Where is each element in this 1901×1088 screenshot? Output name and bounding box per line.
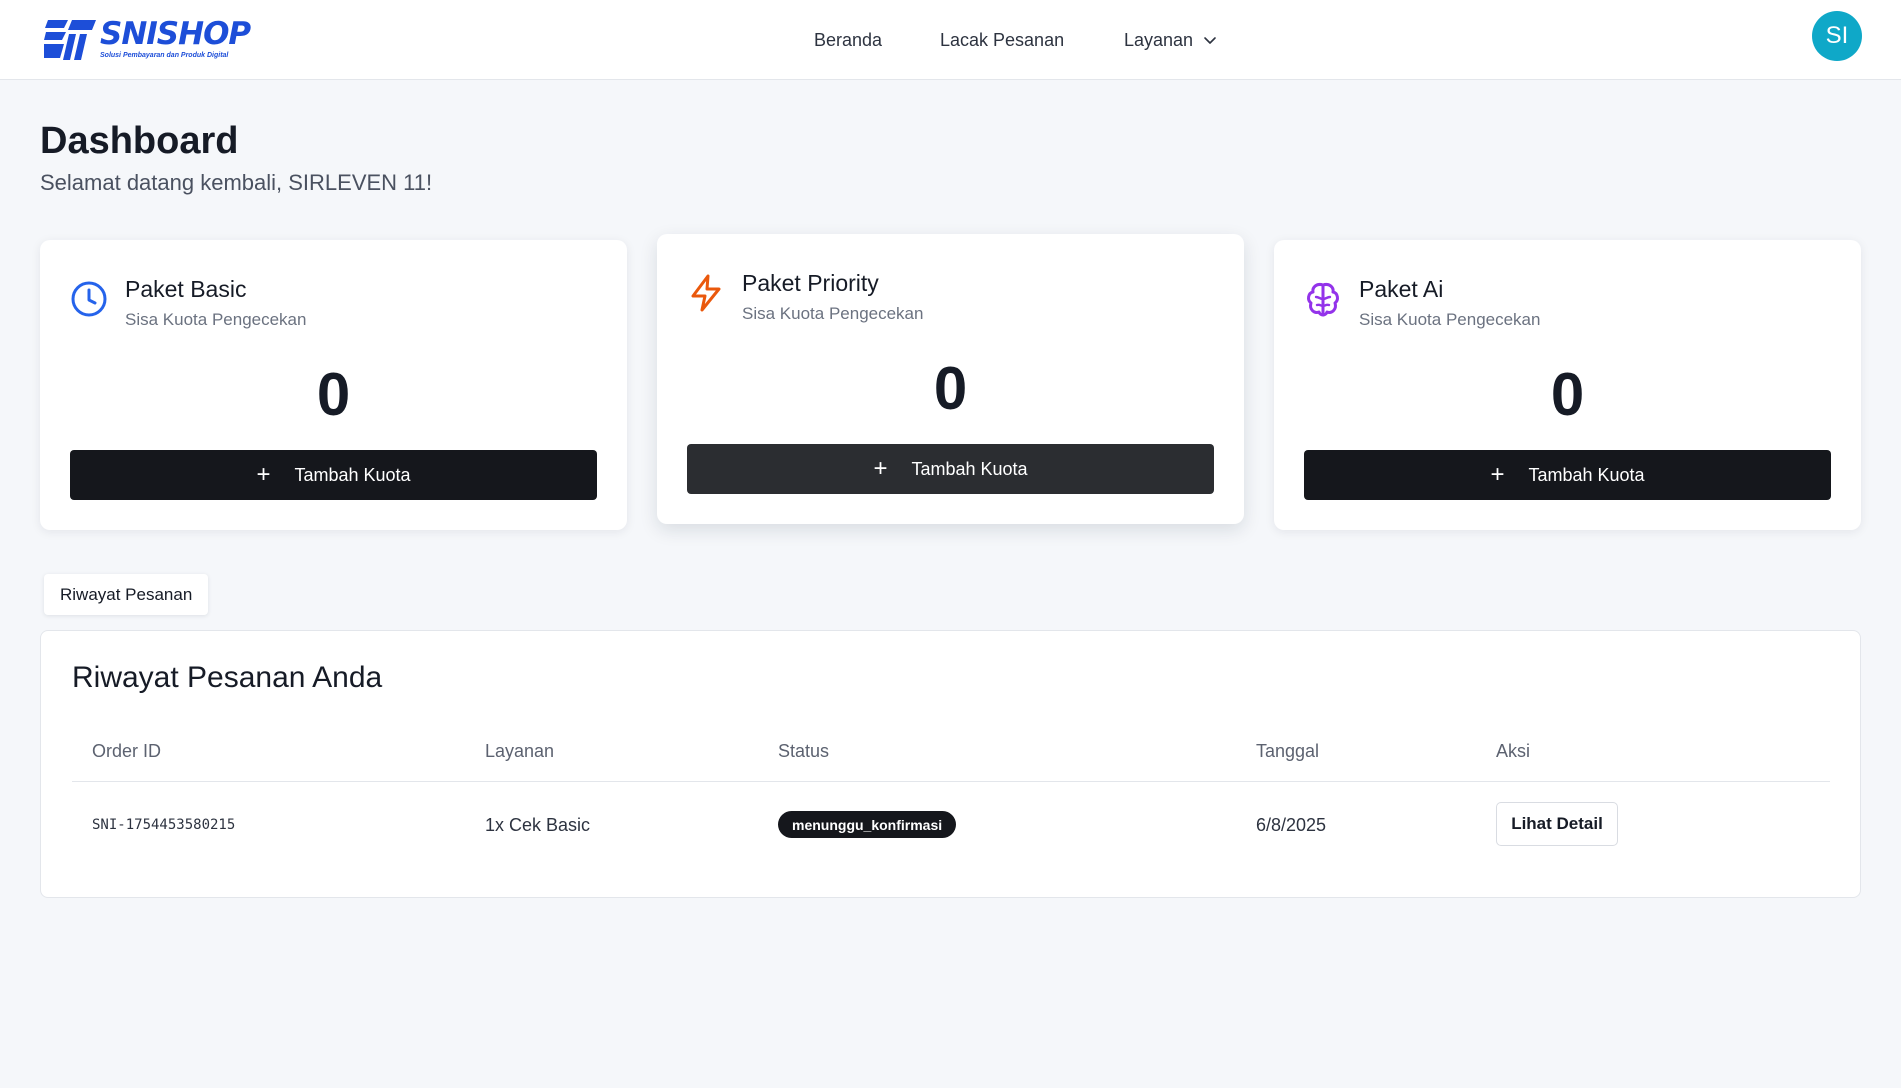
nav-dropdown-layanan[interactable]: Layanan — [1124, 30, 1217, 51]
add-quota-button[interactable]: + Tambah Kuota — [1304, 450, 1831, 500]
section-title: Riwayat Pesanan Anda — [72, 661, 383, 694]
card-title: Paket Basic — [125, 276, 247, 302]
order-id-cell: SNI-1754453580215 — [92, 817, 236, 833]
nav-link-label: Layanan — [1124, 30, 1194, 50]
tab-riwayat-pesanan[interactable]: Riwayat Pesanan — [44, 574, 209, 615]
quota-count: 0 — [316, 361, 351, 428]
status-badge: menunggu_konfirmasi — [778, 811, 957, 838]
status-label: menunggu_konfirmasi — [792, 816, 943, 833]
date-cell: 6/8/2025 — [1256, 815, 1327, 835]
nav-link-lacak-pesanan[interactable]: Lacak Pesanan — [940, 30, 1064, 51]
column-header-tanggal: Tanggal — [1256, 741, 1320, 761]
quota-card-ai: Paket Ai Sisa Kuota Pengecekan 0 + Tamba… — [1274, 240, 1861, 530]
quota-card-priority: Paket Priority Sisa Kuota Pengecekan 0 +… — [657, 234, 1244, 524]
nav-link-label: Beranda — [814, 30, 883, 50]
logo-mark-icon — [44, 20, 96, 60]
avatar-initials: SI — [1825, 22, 1849, 49]
plus-icon: + — [873, 455, 888, 482]
button-label: Tambah Kuota — [294, 464, 411, 485]
card-subtitle: Sisa Kuota Pengecekan — [1359, 310, 1541, 329]
quota-card-basic: Paket Basic Sisa Kuota Pengecekan 0 + Ta… — [40, 240, 627, 530]
add-quota-button[interactable]: + Tambah Kuota — [687, 444, 1214, 494]
service-cell: 1x Cek Basic — [485, 815, 591, 835]
plus-icon: + — [256, 461, 271, 488]
nav-link-label: Lacak Pesanan — [940, 30, 1065, 50]
logo-tagline: Solusi Pembayaran dan Produk Digital — [100, 52, 229, 59]
top-navbar: SNISHOP Solusi Pembayaran dan Produk Dig… — [0, 0, 1901, 80]
nav-link-beranda[interactable]: Beranda — [814, 30, 882, 51]
view-detail-button[interactable]: Lihat Detail — [1496, 802, 1618, 846]
brain-icon — [1307, 283, 1339, 317]
order-history-panel: Riwayat Pesanan Anda Order ID Layanan St… — [40, 630, 1861, 898]
chevron-down-icon — [1204, 36, 1216, 44]
page-title: Dashboard — [40, 120, 239, 162]
column-header-status: Status — [778, 741, 830, 761]
column-header-aksi: Aksi — [1496, 741, 1531, 761]
logo-wordmark: SNISHOP — [100, 16, 251, 52]
tab-label: Riwayat Pesanan — [60, 584, 193, 604]
card-subtitle: Sisa Kuota Pengecekan — [125, 310, 307, 329]
quota-count: 0 — [1550, 361, 1585, 428]
table-divider — [72, 781, 1830, 782]
quota-count: 0 — [933, 355, 968, 422]
card-title: Paket Ai — [1359, 276, 1444, 302]
plus-icon: + — [1490, 461, 1505, 488]
clock-icon — [71, 281, 107, 317]
add-quota-button[interactable]: + Tambah Kuota — [70, 450, 597, 500]
button-label: Tambah Kuota — [911, 458, 1028, 479]
welcome-message: Selamat datang kembali, SIRLEVEN 11! — [40, 170, 433, 195]
button-label: Tambah Kuota — [1528, 464, 1645, 485]
user-avatar[interactable]: SI — [1812, 11, 1862, 61]
brand-logo[interactable]: SNISHOP Solusi Pembayaran dan Produk Dig… — [44, 14, 251, 64]
lightning-icon — [691, 274, 721, 312]
column-header-order-id: Order ID — [92, 741, 162, 761]
card-title: Paket Priority — [742, 270, 879, 296]
column-header-layanan: Layanan — [485, 741, 555, 761]
button-label: Lihat Detail — [1511, 814, 1603, 833]
card-subtitle: Sisa Kuota Pengecekan — [742, 304, 924, 323]
